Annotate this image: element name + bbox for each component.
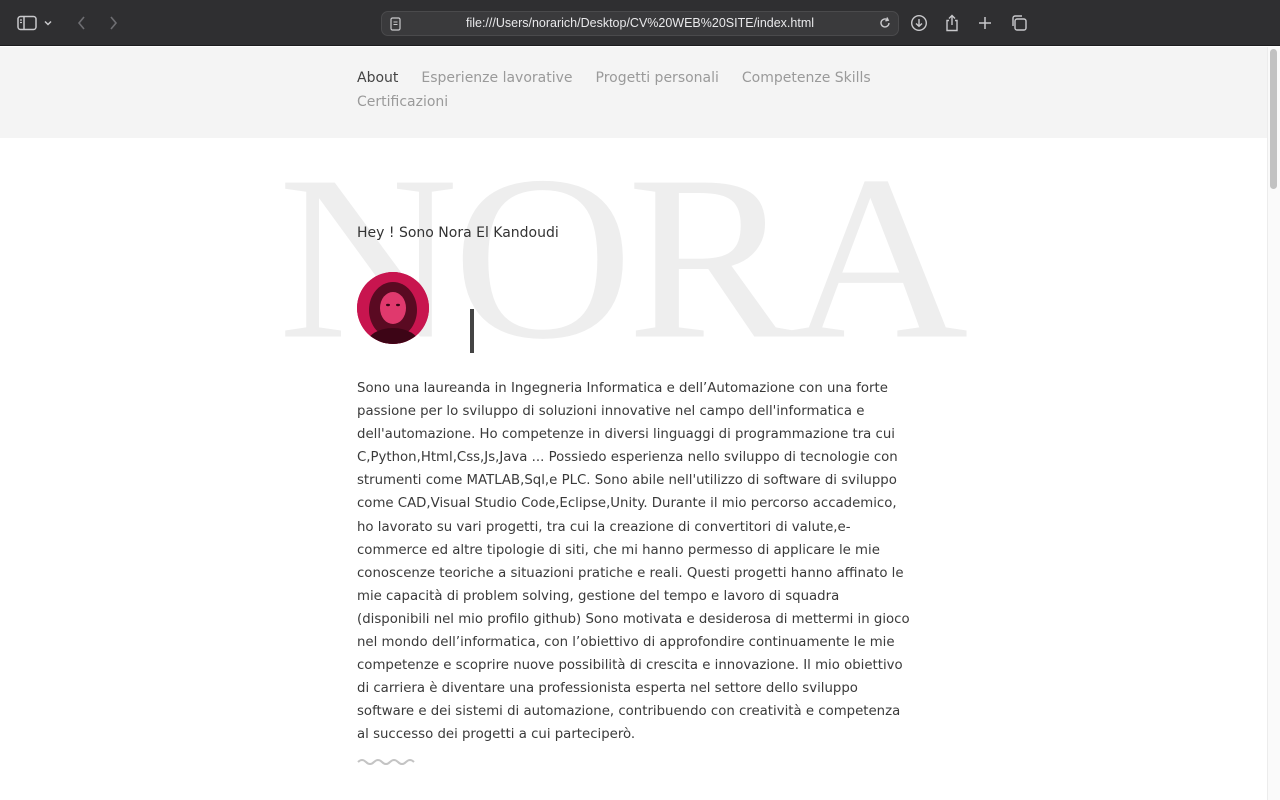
greeting-text: Hey ! Sono Nora El Kandoudi	[357, 225, 559, 241]
typing-cursor	[470, 309, 474, 353]
nav-link-progetti[interactable]: Progetti personali	[596, 68, 719, 88]
site-nav: About Esperienze lavorative Progetti per…	[0, 47, 1267, 138]
scrollbar-thumb[interactable]	[1270, 49, 1277, 189]
nav-link-about[interactable]: About	[357, 68, 398, 88]
sidebar-toggle-icon[interactable]	[16, 12, 38, 34]
back-icon[interactable]	[71, 12, 93, 34]
address-bar[interactable]: file:///Users/norarich/Desktop/CV%20WEB%…	[381, 11, 899, 36]
share-icon[interactable]	[941, 12, 963, 34]
nav-link-esperienze[interactable]: Esperienze lavorative	[421, 68, 572, 88]
forward-icon[interactable]	[102, 12, 124, 34]
nav-link-certificazioni[interactable]: Certificazioni	[357, 92, 448, 112]
nav-links: About Esperienze lavorative Progetti per…	[357, 68, 877, 112]
url-text: file:///Users/norarich/Desktop/CV%20WEB%…	[465, 16, 815, 30]
browser-toolbar: file:///Users/norarich/Desktop/CV%20WEB%…	[0, 0, 1280, 46]
avatar	[357, 272, 429, 344]
download-icon[interactable]	[908, 12, 930, 34]
new-tab-icon[interactable]	[974, 12, 996, 34]
tab-overview-icon[interactable]	[1008, 12, 1030, 34]
reload-icon[interactable]	[878, 16, 892, 35]
nav-link-competenze[interactable]: Competenze Skills	[742, 68, 871, 88]
about-bio: Sono una laureanda in Ingegneria Informa…	[357, 381, 910, 743]
page-viewport: About Esperienze lavorative Progetti per…	[0, 47, 1280, 800]
chevron-down-icon[interactable]	[41, 12, 55, 34]
scrollbar[interactable]	[1267, 47, 1280, 800]
wave-divider-icon	[357, 754, 417, 772]
